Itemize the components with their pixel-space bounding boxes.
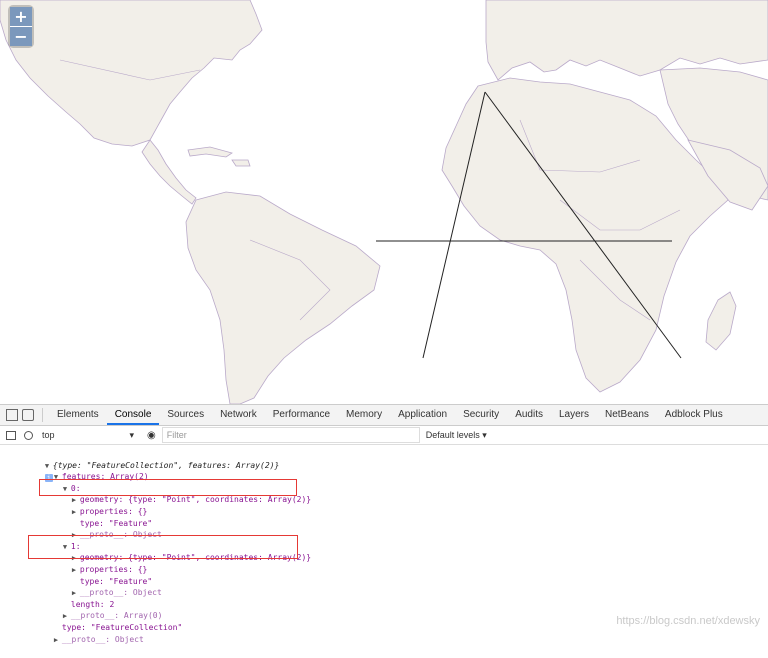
tab-network[interactable]: Network xyxy=(212,405,265,425)
zoom-out-button[interactable]: − xyxy=(10,26,32,46)
eye-icon[interactable]: ◉ xyxy=(147,430,156,441)
tab-netbeans[interactable]: NetBeans xyxy=(597,405,657,425)
watermark: https://blog.csdn.net/xdewsky xyxy=(616,615,760,627)
context-selector[interactable]: top ▾ xyxy=(37,427,139,443)
map-view[interactable]: + − xyxy=(0,0,768,404)
console-toolbar: top ▾ ◉ Filter Default levels ▾ xyxy=(0,426,768,445)
device-toolbar-icon[interactable] xyxy=(22,409,34,421)
highlight-box xyxy=(39,479,297,496)
devtools-panel: Elements Console Sources Network Perform… xyxy=(0,404,768,644)
inspect-element-icon[interactable] xyxy=(6,409,18,421)
tab-memory[interactable]: Memory xyxy=(338,405,390,425)
zoom-in-button[interactable]: + xyxy=(10,7,32,26)
tab-performance[interactable]: Performance xyxy=(265,405,338,425)
tab-console[interactable]: Console xyxy=(106,405,160,425)
divider xyxy=(42,408,43,422)
tab-sources[interactable]: Sources xyxy=(159,405,212,425)
console-row[interactable]: ▼ features: Array(2) xyxy=(0,460,768,481)
land-central-america xyxy=(141,139,197,205)
console-row[interactable]: ▼ {type: "FeatureCollection", features: A… xyxy=(0,448,768,483)
clear-console-icon[interactable] xyxy=(24,430,33,440)
land-europe xyxy=(485,0,768,81)
console-row: length: 2 xyxy=(70,599,115,609)
land-south-america xyxy=(185,191,381,404)
map-canvas xyxy=(0,0,768,404)
console-row: type: "Feature" xyxy=(79,518,153,528)
console-row: type: "Feature" xyxy=(79,576,153,586)
tab-adblock-plus[interactable]: Adblock Plus xyxy=(657,405,731,425)
tab-audits[interactable]: Audits xyxy=(507,405,551,425)
log-levels-dropdown[interactable]: Default levels ▾ xyxy=(426,430,487,441)
land-cuba xyxy=(187,146,233,158)
context-value: top xyxy=(42,430,55,440)
land-hispaniola xyxy=(231,159,251,167)
sidebar-toggle-icon[interactable] xyxy=(6,430,16,440)
console-row[interactable]: ▶ properties: {} xyxy=(0,494,768,516)
console-row[interactable]: ▶ __proto__: Object xyxy=(0,518,768,539)
land-madagascar xyxy=(705,291,737,351)
filter-input[interactable]: Filter xyxy=(161,427,420,443)
chevron-down-icon: ▾ xyxy=(129,430,134,440)
tab-application[interactable]: Application xyxy=(390,405,455,425)
console-row[interactable]: ▶ __proto__: Array(0) xyxy=(0,599,768,620)
highlight-box xyxy=(28,535,298,559)
console-row[interactable]: ▶ __proto__: Object xyxy=(0,576,768,597)
zoom-control: + − xyxy=(10,7,32,46)
tab-security[interactable]: Security xyxy=(455,405,507,425)
devtools-tabbar: Elements Console Sources Network Perform… xyxy=(0,405,768,426)
tab-layers[interactable]: Layers xyxy=(551,405,597,425)
tab-elements[interactable]: Elements xyxy=(49,405,107,425)
land-north-america xyxy=(0,0,263,147)
collapse-triangle-icon[interactable]: ▶ xyxy=(54,635,62,647)
